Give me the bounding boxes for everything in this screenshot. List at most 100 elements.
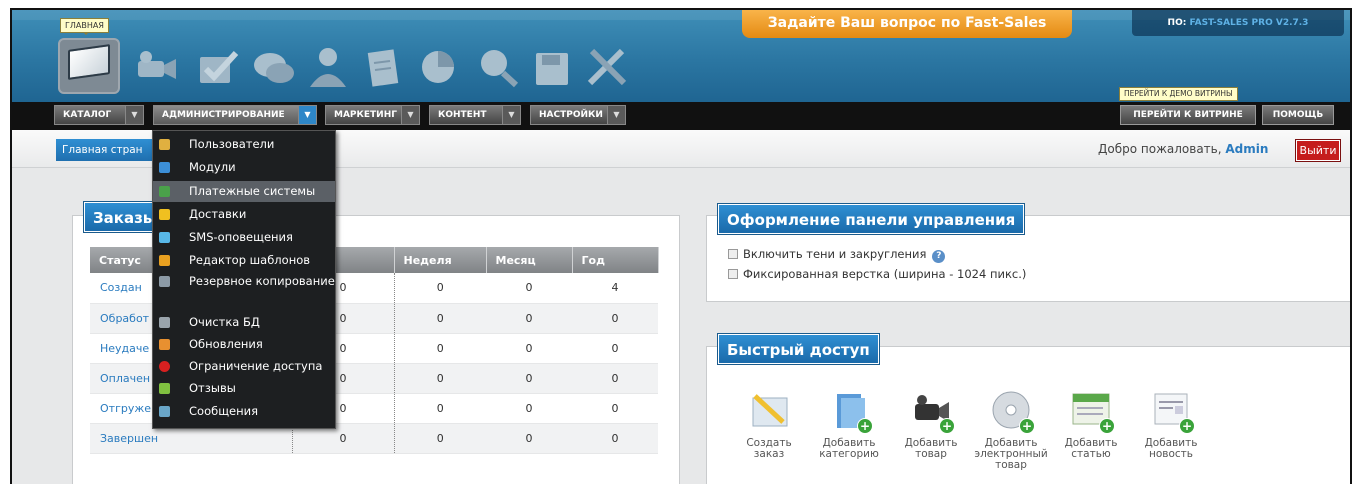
chevron-down-icon[interactable]: ▼	[607, 106, 625, 124]
shadows-option[interactable]: Включить тени и закругления?	[728, 247, 946, 263]
username-link[interactable]: Admin	[1225, 142, 1268, 156]
dropdown-item-users[interactable]: Пользователи	[153, 137, 335, 151]
reviews-icon	[159, 383, 170, 394]
menu-settings[interactable]: НАСТРОЙКИ ▼	[530, 105, 626, 125]
week-count: 0	[394, 423, 486, 454]
messages-icon	[159, 406, 170, 417]
dropdown-item-reviews[interactable]: Отзывы	[153, 381, 335, 395]
dropdown-label: Очистка БД	[189, 315, 260, 329]
menu-label: КОНТЕНТ	[438, 110, 487, 120]
dropdown-item-updates[interactable]: Обновления	[153, 337, 335, 351]
ask-question-banner[interactable]: Задайте Ваш вопрос по Fast-Sales	[742, 10, 1072, 38]
month-count: 0	[486, 273, 572, 304]
add-product-shortcut[interactable]: + Добавить товар	[892, 388, 970, 460]
home-icon[interactable]	[58, 38, 120, 94]
pencil-icon	[747, 388, 791, 432]
payment-icon	[159, 186, 170, 197]
menu-label: МАРКЕТИНГ	[334, 110, 397, 120]
design-panel-title: Оформление панели управления	[718, 204, 1025, 234]
week-count: 0	[394, 333, 486, 364]
help-button[interactable]: ПОМОЩЬ	[1262, 105, 1334, 125]
dropdown-item-sms[interactable]: SMS-оповещения	[153, 230, 335, 244]
dropdown-label: Отзывы	[189, 381, 236, 395]
quick-access-title: Быстрый доступ	[718, 334, 879, 364]
tools-icon[interactable]	[582, 43, 634, 91]
plus-icon: +	[1099, 418, 1115, 434]
plus-icon: +	[1179, 418, 1195, 434]
dropdown-item-messages[interactable]: Сообщения	[153, 404, 335, 418]
month-count: 0	[486, 303, 572, 334]
month-count: 0	[486, 333, 572, 364]
shortcut-label: новость	[1149, 448, 1193, 460]
modules-icon	[159, 162, 170, 173]
col-week: Неделя	[394, 247, 487, 273]
week-count: 0	[394, 303, 486, 334]
menu-marketing[interactable]: МАРКЕТИНГ ▼	[325, 105, 420, 125]
category-icon: +	[827, 388, 873, 434]
add-news-shortcut[interactable]: + Добавить новость	[1132, 388, 1210, 460]
year-count: 0	[572, 393, 658, 424]
dropdown-label: Платежные системы	[189, 184, 316, 198]
add-category-shortcut[interactable]: + Добавить категорию	[810, 388, 888, 460]
dropdown-item-template-editor[interactable]: Редактор шаблонов	[153, 253, 335, 267]
month-count: 0	[486, 393, 572, 424]
create-order-shortcut[interactable]: Создать заказ	[730, 388, 808, 460]
week-count: 0	[394, 393, 486, 424]
user-icon[interactable]	[302, 43, 354, 91]
fixed-layout-checkbox[interactable]	[728, 269, 738, 279]
dropdown-label: Редактор шаблонов	[189, 253, 311, 267]
chevron-down-icon[interactable]: ▼	[298, 106, 316, 124]
delivery-icon	[159, 209, 170, 220]
plus-icon: +	[857, 418, 873, 434]
col-year: Год	[572, 247, 659, 273]
chevron-down-icon[interactable]: ▼	[502, 106, 520, 124]
dropdown-label: SMS-оповещения	[189, 230, 293, 244]
logout-button[interactable]: Выйти	[1296, 140, 1340, 161]
chevron-down-icon[interactable]: ▼	[125, 106, 143, 124]
backup-icon	[159, 276, 170, 287]
header: ГЛАВНАЯ Задайте Ваш вопрос по Fast-Sales…	[12, 10, 1350, 102]
year-count: 4	[572, 273, 658, 304]
updates-icon	[159, 339, 170, 350]
menu-content[interactable]: КОНТЕНТ ▼	[429, 105, 521, 125]
help-icon[interactable]: ?	[932, 250, 946, 263]
breadcrumb[interactable]: Главная стран	[56, 139, 166, 161]
dropdown-item-clear-db[interactable]: Очистка БД	[153, 315, 335, 329]
dropdown-item-backup[interactable]: Резервное копирование	[153, 274, 335, 288]
month-count: 0	[486, 423, 572, 454]
users-icon	[159, 139, 170, 150]
pie-chart-icon[interactable]	[414, 43, 466, 91]
dropdown-item-deliveries[interactable]: Доставки	[153, 207, 335, 221]
menu-administration[interactable]: АДМИНИСТРИРОВАНИЕ ▼	[153, 105, 317, 125]
chat-icon[interactable]	[248, 43, 300, 91]
chevron-down-icon[interactable]: ▼	[401, 106, 419, 124]
document-icon[interactable]	[358, 43, 410, 91]
week-count: 0	[394, 363, 486, 394]
dropdown-label: Резервное копирование	[189, 274, 335, 288]
menu-label: КАТАЛОГ	[63, 110, 112, 120]
version-prefix: ПО:	[1167, 18, 1187, 28]
plus-icon: +	[939, 418, 955, 434]
week-count: 0	[394, 273, 486, 304]
fixed-layout-label: Фиксированная верстка (ширина - 1024 пик…	[743, 267, 1027, 281]
welcome-label: Добро пожаловать,	[1098, 142, 1222, 156]
css-icon	[159, 255, 170, 266]
database-icon	[159, 317, 170, 328]
add-article-shortcut[interactable]: + Добавить статью	[1052, 388, 1130, 460]
menu-catalog[interactable]: КАТАЛОГ ▼	[54, 105, 144, 125]
shadows-checkbox[interactable]	[728, 249, 738, 259]
dropdown-item-access-restriction[interactable]: Ограничение доступа	[153, 359, 335, 373]
add-digital-product-shortcut[interactable]: + Добавить электронный товар	[972, 388, 1050, 471]
camera-icon[interactable]	[132, 43, 184, 91]
save-icon[interactable]	[528, 43, 580, 91]
fixed-layout-option[interactable]: Фиксированная верстка (ширина - 1024 пик…	[728, 267, 1026, 281]
search-icon[interactable]	[472, 43, 524, 91]
dropdown-label: Ограничение доступа	[189, 359, 323, 373]
dropdown-item-modules[interactable]: Модули	[153, 160, 335, 174]
dropdown-label: Сообщения	[189, 404, 259, 418]
check-icon[interactable]	[192, 43, 244, 91]
dropdown-item-payment-systems[interactable]: Платежные системы	[153, 181, 335, 202]
version-info: ПО: FAST-SALES PRO V2.7.3	[1132, 10, 1344, 36]
go-to-storefront-button[interactable]: ПЕРЕЙТИ К ВИТРИНЕ	[1120, 105, 1256, 125]
year-count: 0	[572, 333, 658, 364]
